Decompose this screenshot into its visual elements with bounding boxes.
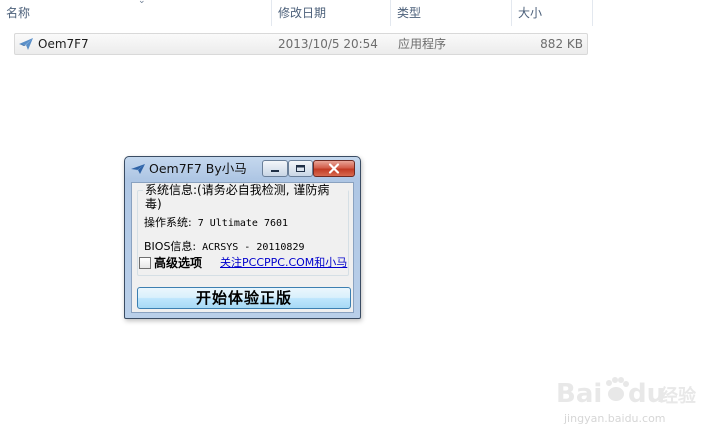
column-header-size-label: 大小 [518,6,543,20]
column-divider[interactable] [592,0,593,26]
baidu-watermark-logo: Bai du 经验 jingyan.baidu.com [556,377,696,425]
watermark-brand: Bai [556,379,602,409]
window-titlebar[interactable]: Oem7F7 By小马 [125,157,360,181]
column-header-type[interactable]: 类型 [391,0,511,26]
watermark-brand-cn: 经验 [660,385,696,407]
file-row[interactable]: Oem7F7 2013/10/5 20:54 应用程序 882 KB [14,33,588,55]
system-info-group-title: 系统信息:(请务必自我检测, 谨防病毒) [143,183,348,211]
advanced-options-checkbox[interactable] [139,257,151,269]
column-header-modified-label: 修改日期 [278,6,327,20]
column-header-name[interactable]: 名称 [0,0,271,26]
app-plane-icon [19,38,33,50]
close-button[interactable] [313,160,355,177]
bios-label: BIOS信息: [144,240,197,253]
file-size: 882 KB [540,37,583,51]
plane-icon [131,164,145,174]
os-label: 操作系统: [144,216,192,229]
start-genuine-button[interactable]: 开始体验正版 [137,287,351,309]
column-header-name-label: 名称 [6,6,31,20]
watermark-url: jingyan.baidu.com [563,412,666,425]
column-header-size[interactable]: 大小 [512,0,592,26]
minimize-icon [271,170,279,172]
file-type: 应用程序 [398,37,447,51]
minimize-button[interactable] [262,160,288,177]
file-name: Oem7F7 [38,37,89,51]
paw-icon [606,377,629,401]
bios-info-row: BIOS信息: ACRSYS - 20110829 [144,240,305,255]
file-modified: 2013/10/5 20:54 [278,37,378,51]
column-header-bar: 名称 ⌄ 修改日期 类型 大小 [0,0,724,28]
oem-app-window: Oem7F7 By小马 系统信息:(请务必自我检测, 谨防病毒) 操作系统: 7 … [124,156,361,319]
bios-value: ACRSYS - 20110829 [202,242,305,253]
column-header-type-label: 类型 [397,6,422,20]
column-header-modified[interactable]: 修改日期 [272,0,390,26]
window-client-area: 系统信息:(请务必自我检测, 谨防病毒) 操作系统: 7 Ultimate 760… [131,182,354,313]
os-info-row: 操作系统: 7 Ultimate 7601 [144,216,288,231]
advanced-options-label[interactable]: 高级选项 [154,256,202,270]
follow-link[interactable]: 关注PCCPPC.COM和小马 [220,256,347,270]
window-title: Oem7F7 By小马 [149,161,247,176]
maximize-button[interactable] [288,160,313,177]
sort-chevron-icon: ⌄ [138,0,146,6]
maximize-icon [296,165,305,172]
close-icon [328,163,340,174]
os-value: 7 Ultimate 7601 [197,218,289,229]
